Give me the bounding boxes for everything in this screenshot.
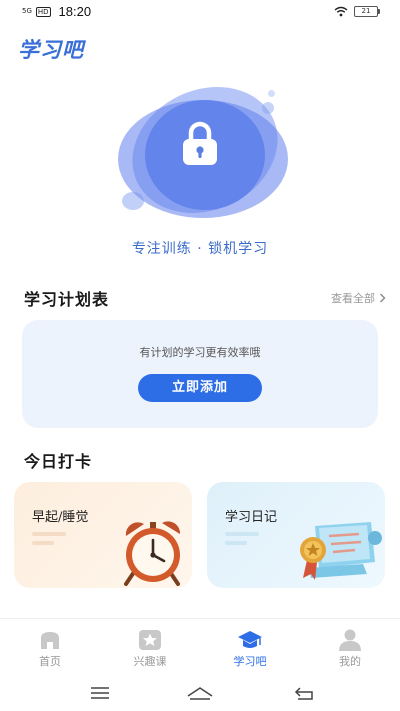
tab-mine[interactable]: 我的 bbox=[300, 619, 400, 675]
checkin-section-title: 今日打卡 bbox=[24, 452, 93, 471]
card-deco-bar bbox=[32, 532, 66, 536]
view-all-link[interactable]: 查看全部 bbox=[331, 290, 386, 306]
tab-interest-courses[interactable]: 兴趣课 bbox=[100, 619, 200, 675]
plan-section-title: 学习计划表 bbox=[24, 290, 110, 309]
lock-icon bbox=[183, 121, 217, 165]
signal-icon: 5G bbox=[22, 7, 32, 15]
status-right: 21 bbox=[334, 6, 380, 17]
graduation-cap-icon bbox=[238, 631, 262, 648]
tab-label: 学习吧 bbox=[233, 655, 267, 668]
hero-bubble bbox=[122, 192, 144, 210]
star-icon bbox=[139, 630, 161, 650]
status-left: 5G HD 18:20 bbox=[22, 4, 91, 19]
card-title: 早起/睡觉 bbox=[32, 510, 89, 525]
study-diary-card[interactable]: 学习日记 bbox=[207, 482, 385, 588]
wifi-icon bbox=[334, 6, 348, 17]
tab-home[interactable]: 首页 bbox=[0, 619, 100, 675]
chevron-right-icon bbox=[380, 293, 386, 303]
battery-icon: 21 bbox=[354, 6, 380, 17]
hero-bubble bbox=[262, 102, 274, 114]
person-icon bbox=[339, 629, 361, 651]
card-title: 学习日记 bbox=[225, 510, 278, 525]
tab-label: 首页 bbox=[39, 655, 61, 668]
status-time: 18:20 bbox=[58, 4, 92, 19]
add-plan-button[interactable]: 立即添加 bbox=[138, 374, 262, 402]
bottom-tab-bar: 首页 兴趣课 学习吧 我的 bbox=[0, 618, 400, 675]
plan-hint: 有计划的学习更有效率哦 bbox=[139, 346, 261, 359]
hero-caption: 专注训练 · 锁机学习 bbox=[131, 241, 269, 257]
home-icon bbox=[41, 632, 59, 649]
back-icon[interactable] bbox=[294, 684, 316, 702]
card-deco-bar bbox=[225, 532, 259, 536]
system-navigation-bar bbox=[0, 676, 400, 711]
certificate-scroll-icon bbox=[300, 522, 382, 580]
tab-label: 兴趣课 bbox=[133, 655, 167, 668]
wake-sleep-card[interactable]: 早起/睡觉 bbox=[14, 482, 192, 588]
menu-icon[interactable] bbox=[89, 684, 111, 702]
card-deco-bar bbox=[225, 541, 247, 545]
hd-badge: HD bbox=[35, 6, 51, 17]
card-deco-bar bbox=[32, 541, 54, 545]
view-all-label: 查看全部 bbox=[331, 292, 375, 305]
alarm-clock-icon bbox=[124, 521, 181, 586]
home-outline-icon[interactable] bbox=[186, 684, 214, 702]
study-plan-card: 有计划的学习更有效率哦 立即添加 bbox=[22, 320, 378, 428]
focus-lock-hero[interactable] bbox=[100, 63, 300, 237]
tab-label: 我的 bbox=[339, 655, 361, 668]
app-title: 学习吧 bbox=[18, 37, 84, 62]
hero-bubble bbox=[268, 90, 275, 97]
status-bar: 5G HD 18:20 21 bbox=[0, 0, 400, 26]
tab-study[interactable]: 学习吧 bbox=[200, 619, 300, 675]
